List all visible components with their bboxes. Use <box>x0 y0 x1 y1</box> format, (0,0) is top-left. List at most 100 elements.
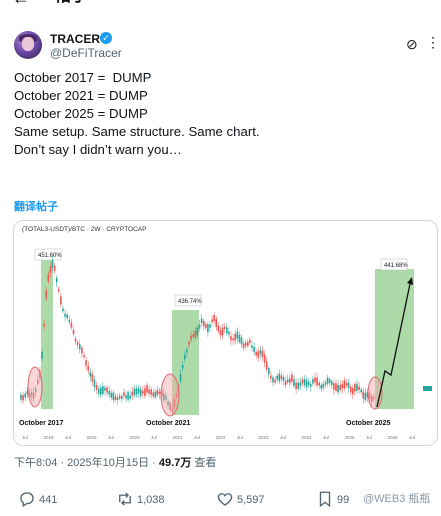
candle-body <box>144 388 146 396</box>
candle-body <box>70 322 73 328</box>
x-tick-label: Jul <box>366 435 372 440</box>
candle-body <box>200 318 203 323</box>
candle-body <box>343 380 346 389</box>
candle-body <box>114 396 117 400</box>
candle-body <box>186 349 188 353</box>
candle-body <box>240 337 243 345</box>
candle-body <box>188 342 190 345</box>
candle-body <box>108 390 110 395</box>
candle-body <box>129 395 131 399</box>
candle-body <box>255 351 257 356</box>
candle-body <box>221 327 224 336</box>
candle-body <box>324 382 327 385</box>
label-october-2021: October 2021 <box>146 420 190 427</box>
chart-image[interactable]: (TOTAL3-USDT)/BTC · 2W · CRYPTOCAP 451.6… <box>13 220 438 446</box>
x-tick-label: Jul <box>237 435 243 440</box>
candle-body <box>299 382 302 387</box>
candle-body <box>268 368 270 375</box>
candle-body <box>131 391 134 396</box>
candle-body <box>341 384 344 389</box>
x-tick-label: 2018 <box>44 435 55 440</box>
tweet-text: October 2017 = DUMP October 2021 = DUMP … <box>14 69 424 159</box>
back-arrow-icon[interactable]: ← <box>12 0 30 8</box>
candle-body <box>51 260 54 268</box>
candle-body <box>322 383 325 388</box>
candle-body <box>259 350 262 355</box>
x-tick-label: 2019 <box>87 435 98 440</box>
candle-body <box>280 375 283 380</box>
candle-body <box>91 374 94 382</box>
candle-body <box>148 389 150 394</box>
candle-body <box>335 383 337 391</box>
translate-post-link[interactable]: 翻译帖子 <box>14 198 58 214</box>
bottom-circle-2017 <box>27 366 43 408</box>
candle-body <box>339 385 341 391</box>
heart-icon <box>217 493 233 506</box>
rally-pct-2021: 436.74% <box>178 299 202 305</box>
candle-body <box>100 387 102 395</box>
candle-body <box>137 388 140 394</box>
verified-badge-icon: ✓ <box>100 32 112 44</box>
author-display-name[interactable]: TRACER <box>50 32 100 46</box>
x-tick-label: 2023 <box>259 435 270 440</box>
candle-body <box>362 391 365 399</box>
candle-body <box>213 315 215 321</box>
candle-body <box>139 389 142 396</box>
candle-body <box>284 381 287 386</box>
candle-body <box>97 389 100 394</box>
candle-body <box>190 335 192 340</box>
top-bar: ← 帖子 <box>0 0 441 14</box>
candle-body <box>198 324 201 329</box>
candle-body <box>291 374 293 382</box>
x-tick-label: 2024 <box>302 435 313 440</box>
candle-body <box>47 274 50 282</box>
candle-body <box>181 365 184 369</box>
tweet-line: October 2017 = DUMP <box>14 70 152 85</box>
candle-body <box>261 350 264 357</box>
candle-body <box>41 351 43 359</box>
more-options-icon[interactable]: ⋮ <box>426 34 440 51</box>
candle-body <box>112 392 115 400</box>
candle-body <box>72 329 75 335</box>
candle-body <box>228 331 230 335</box>
candle-body <box>152 392 155 397</box>
candle-body <box>360 389 362 393</box>
tweet-meta: 下午8:04 · 2025年10月15日 · 49.7万 查看 <box>14 456 216 470</box>
tweet-line: Don’t say I didn’t warn you… <box>14 142 182 157</box>
x-tick-label: Jul <box>108 435 114 440</box>
candle-body <box>326 377 329 384</box>
x-tick-label: Jul <box>280 435 286 440</box>
candle-body <box>55 278 58 283</box>
candle-body <box>121 396 123 399</box>
x-tick-label: Jul <box>409 435 415 440</box>
candle-body <box>282 377 285 381</box>
candle-body <box>265 361 268 370</box>
candle-body <box>305 380 308 388</box>
x-tick-label: 2021 <box>173 435 184 440</box>
candle-body <box>209 324 211 328</box>
watermark: @WEB3 瓶瓶 <box>363 493 431 505</box>
candle-body <box>230 335 232 341</box>
candle-body <box>76 342 79 345</box>
candle-body <box>79 344 81 350</box>
candle-body <box>24 393 26 398</box>
reply-icon <box>20 492 34 507</box>
author-handle[interactable]: @DeFiTracer <box>50 46 122 60</box>
tweet-line: October 2025 = DUMP <box>14 106 148 121</box>
tweet-timestamp[interactable]: 下午8:04 · 2025年10月15日 · <box>14 457 159 469</box>
candle-body <box>289 378 291 383</box>
candle-body <box>297 382 299 389</box>
candle-body <box>45 290 47 299</box>
candle-body <box>89 371 92 377</box>
candle-body <box>347 382 350 389</box>
avatar[interactable] <box>14 31 42 59</box>
grok-icon[interactable]: ⊘ <box>406 36 418 53</box>
candle-body <box>316 377 318 386</box>
candle-body <box>207 324 209 333</box>
candle-body <box>276 376 278 380</box>
tweet-author[interactable]: TRACER ✓ @DeFiTracer ⊘ ⋮ <box>14 31 440 61</box>
candle-body <box>81 347 83 354</box>
candle-body <box>142 390 144 394</box>
candle-body <box>20 394 22 400</box>
view-count: 49.7万 <box>158 457 192 469</box>
